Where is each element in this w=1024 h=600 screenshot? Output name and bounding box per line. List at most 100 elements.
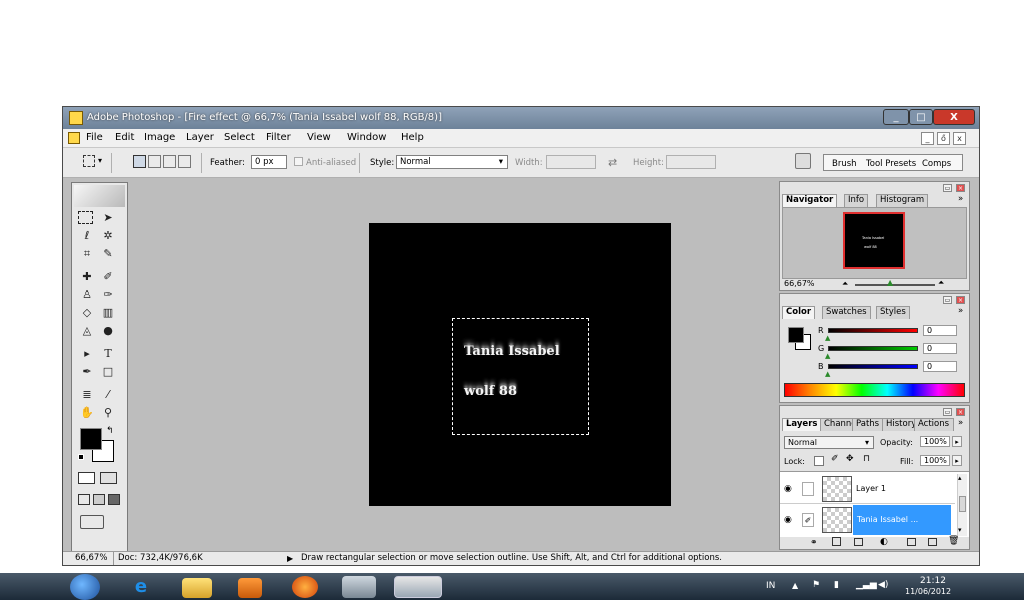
palette-well-tab-comps[interactable]: Comps	[922, 159, 951, 169]
gradient-tool-icon[interactable]: ▥	[99, 305, 117, 321]
path-selection-tool-icon[interactable]: ▸	[78, 346, 96, 362]
panel-menu-icon[interactable]: »	[958, 418, 963, 429]
doc-close-button[interactable]: x	[953, 132, 966, 145]
tab-swatches[interactable]: Swatches	[822, 306, 871, 319]
channel-r-thumb[interactable]: ▲	[825, 334, 830, 342]
standard-mode-icon[interactable]	[78, 472, 95, 484]
fill-arrow-icon[interactable]: ▸	[952, 455, 962, 466]
tab-actions[interactable]: Actions	[914, 418, 954, 431]
magic-wand-tool-icon[interactable]: ✲	[99, 228, 117, 244]
marquee-tool-preset-icon[interactable]	[83, 155, 95, 167]
maximize-button[interactable]: □	[909, 109, 933, 125]
panel-menu-icon[interactable]: »	[958, 194, 963, 205]
subtract-from-selection-icon[interactable]	[163, 155, 176, 168]
panel-close-icon[interactable]: ×	[956, 184, 965, 192]
eye-icon[interactable]: ◉	[784, 515, 792, 525]
layer-row[interactable]: ◉ Layer 1	[780, 474, 955, 504]
navigator-thumbnail[interactable]: Tania Issabel wolf 88	[843, 212, 905, 269]
tool-preset-icon[interactable]	[795, 153, 811, 169]
dodge-tool-icon[interactable]: ●	[99, 323, 117, 339]
close-button[interactable]: X	[933, 109, 975, 125]
adjustment-layer-icon[interactable]: ◐	[880, 537, 888, 547]
title-bar[interactable]: Adobe Photoshop - [Fire effect @ 66,7% (…	[63, 107, 979, 129]
menu-window[interactable]: Window	[347, 132, 386, 143]
menu-view[interactable]: View	[307, 132, 331, 143]
channel-g-thumb[interactable]: ▲	[825, 352, 830, 360]
brush-link-icon[interactable]: ✐	[802, 513, 814, 527]
brush-tool-icon[interactable]: ✐	[99, 269, 117, 285]
lock-all-icon[interactable]: ⊓	[863, 454, 870, 464]
status-arrow-icon[interactable]: ▶	[287, 552, 293, 565]
notes-tool-icon[interactable]: ≣	[78, 387, 96, 403]
add-layer-style-icon[interactable]	[832, 537, 841, 546]
hand-tool-icon[interactable]: ✋	[78, 405, 96, 421]
menu-layer[interactable]: Layer	[186, 132, 214, 143]
full-screen-menu-mode-icon[interactable]	[93, 494, 105, 505]
document-icon[interactable]	[68, 132, 80, 144]
move-tool-icon[interactable]: ➤	[99, 210, 117, 226]
color-foreground-swatch[interactable]	[788, 327, 804, 343]
link-layers-icon[interactable]: ⚭	[810, 538, 818, 548]
feather-logo-icon[interactable]	[74, 185, 125, 207]
internet-explorer-icon[interactable]: e	[126, 576, 156, 598]
opacity-input[interactable]: 100%	[920, 436, 950, 447]
layer-row[interactable]: ◉ ✐ Tania Issabel ...	[780, 505, 955, 535]
channel-b-thumb[interactable]: ▲	[825, 370, 830, 378]
new-group-icon[interactable]	[907, 538, 916, 546]
power-icon[interactable]: ▮	[834, 580, 839, 590]
standard-screen-mode-icon[interactable]	[78, 494, 90, 505]
status-zoom[interactable]: 66,67%	[75, 552, 107, 565]
add-mask-icon[interactable]	[854, 538, 863, 546]
flag-icon[interactable]: ⚑	[812, 580, 820, 590]
folder-icon[interactable]	[182, 578, 212, 598]
doc-restore-button[interactable]: ő	[937, 132, 950, 145]
rectangle-tool-icon[interactable]: □	[99, 364, 117, 380]
zoom-tool-icon[interactable]: ⚲	[99, 405, 117, 421]
layer-selection-highlight[interactable]: Tania Issabel ...	[853, 505, 951, 535]
tab-histogram[interactable]: Histogram	[876, 194, 929, 207]
style-select[interactable]: Normal ▾	[396, 155, 508, 169]
palette-well-tab-brush[interactable]: Brush	[832, 159, 857, 169]
healing-brush-tool-icon[interactable]: ✚	[78, 269, 96, 285]
layer-name[interactable]: Layer 1	[856, 484, 886, 493]
opacity-arrow-icon[interactable]: ▸	[952, 436, 962, 447]
channel-g-slider[interactable]	[828, 346, 918, 351]
lock-transparent-icon[interactable]	[814, 456, 824, 466]
zoom-in-icon[interactable]: ⏶	[938, 278, 944, 288]
menu-filter[interactable]: Filter	[266, 132, 291, 143]
panel-menu-icon[interactable]: »	[958, 306, 963, 317]
firefox-icon[interactable]	[292, 576, 318, 598]
eye-icon[interactable]: ◉	[784, 484, 792, 494]
trash-icon[interactable]: 🗑	[948, 536, 959, 546]
chevron-down-icon[interactable]: ▾	[98, 156, 102, 165]
layer-name[interactable]: Tania Issabel ...	[857, 515, 918, 524]
language-indicator[interactable]: IN	[766, 581, 775, 591]
history-brush-tool-icon[interactable]: ✑	[99, 287, 117, 303]
tab-navigator[interactable]: Navigator	[782, 194, 838, 207]
zoom-slider-thumb[interactable]: ▲	[887, 278, 893, 287]
photoshop-taskbar-button[interactable]	[394, 576, 442, 598]
scroll-up-icon[interactable]: ▴	[958, 474, 962, 482]
channel-b-slider[interactable]	[828, 364, 918, 369]
full-screen-mode-icon[interactable]	[108, 494, 120, 505]
network-icon[interactable]: ▁▃▅	[856, 580, 877, 590]
width-input[interactable]	[546, 155, 596, 169]
new-layer-icon[interactable]	[928, 538, 937, 546]
default-colors-icon[interactable]	[78, 454, 84, 460]
panel-minimize-icon[interactable]: ▭	[943, 408, 952, 416]
blur-tool-icon[interactable]: ◬	[78, 323, 96, 339]
canvas-area[interactable]: Tania Issabel wolf 88	[131, 181, 779, 553]
panel-minimize-icon[interactable]: ▭	[943, 296, 952, 304]
blend-mode-select[interactable]: Normal ▾	[784, 436, 874, 449]
type-tool-icon[interactable]: T	[99, 346, 117, 362]
tab-info[interactable]: Info	[844, 194, 869, 207]
channel-r-value[interactable]: 0	[923, 325, 957, 336]
pen-tool-icon[interactable]: ✒	[78, 364, 96, 380]
menu-file[interactable]: File	[86, 132, 103, 143]
lock-image-icon[interactable]: ✐	[831, 454, 839, 464]
menu-select[interactable]: Select	[224, 132, 255, 143]
channel-b-value[interactable]: 0	[923, 361, 957, 372]
channel-r-slider[interactable]	[828, 328, 918, 333]
link-toggle[interactable]	[802, 482, 814, 496]
height-input[interactable]	[666, 155, 716, 169]
